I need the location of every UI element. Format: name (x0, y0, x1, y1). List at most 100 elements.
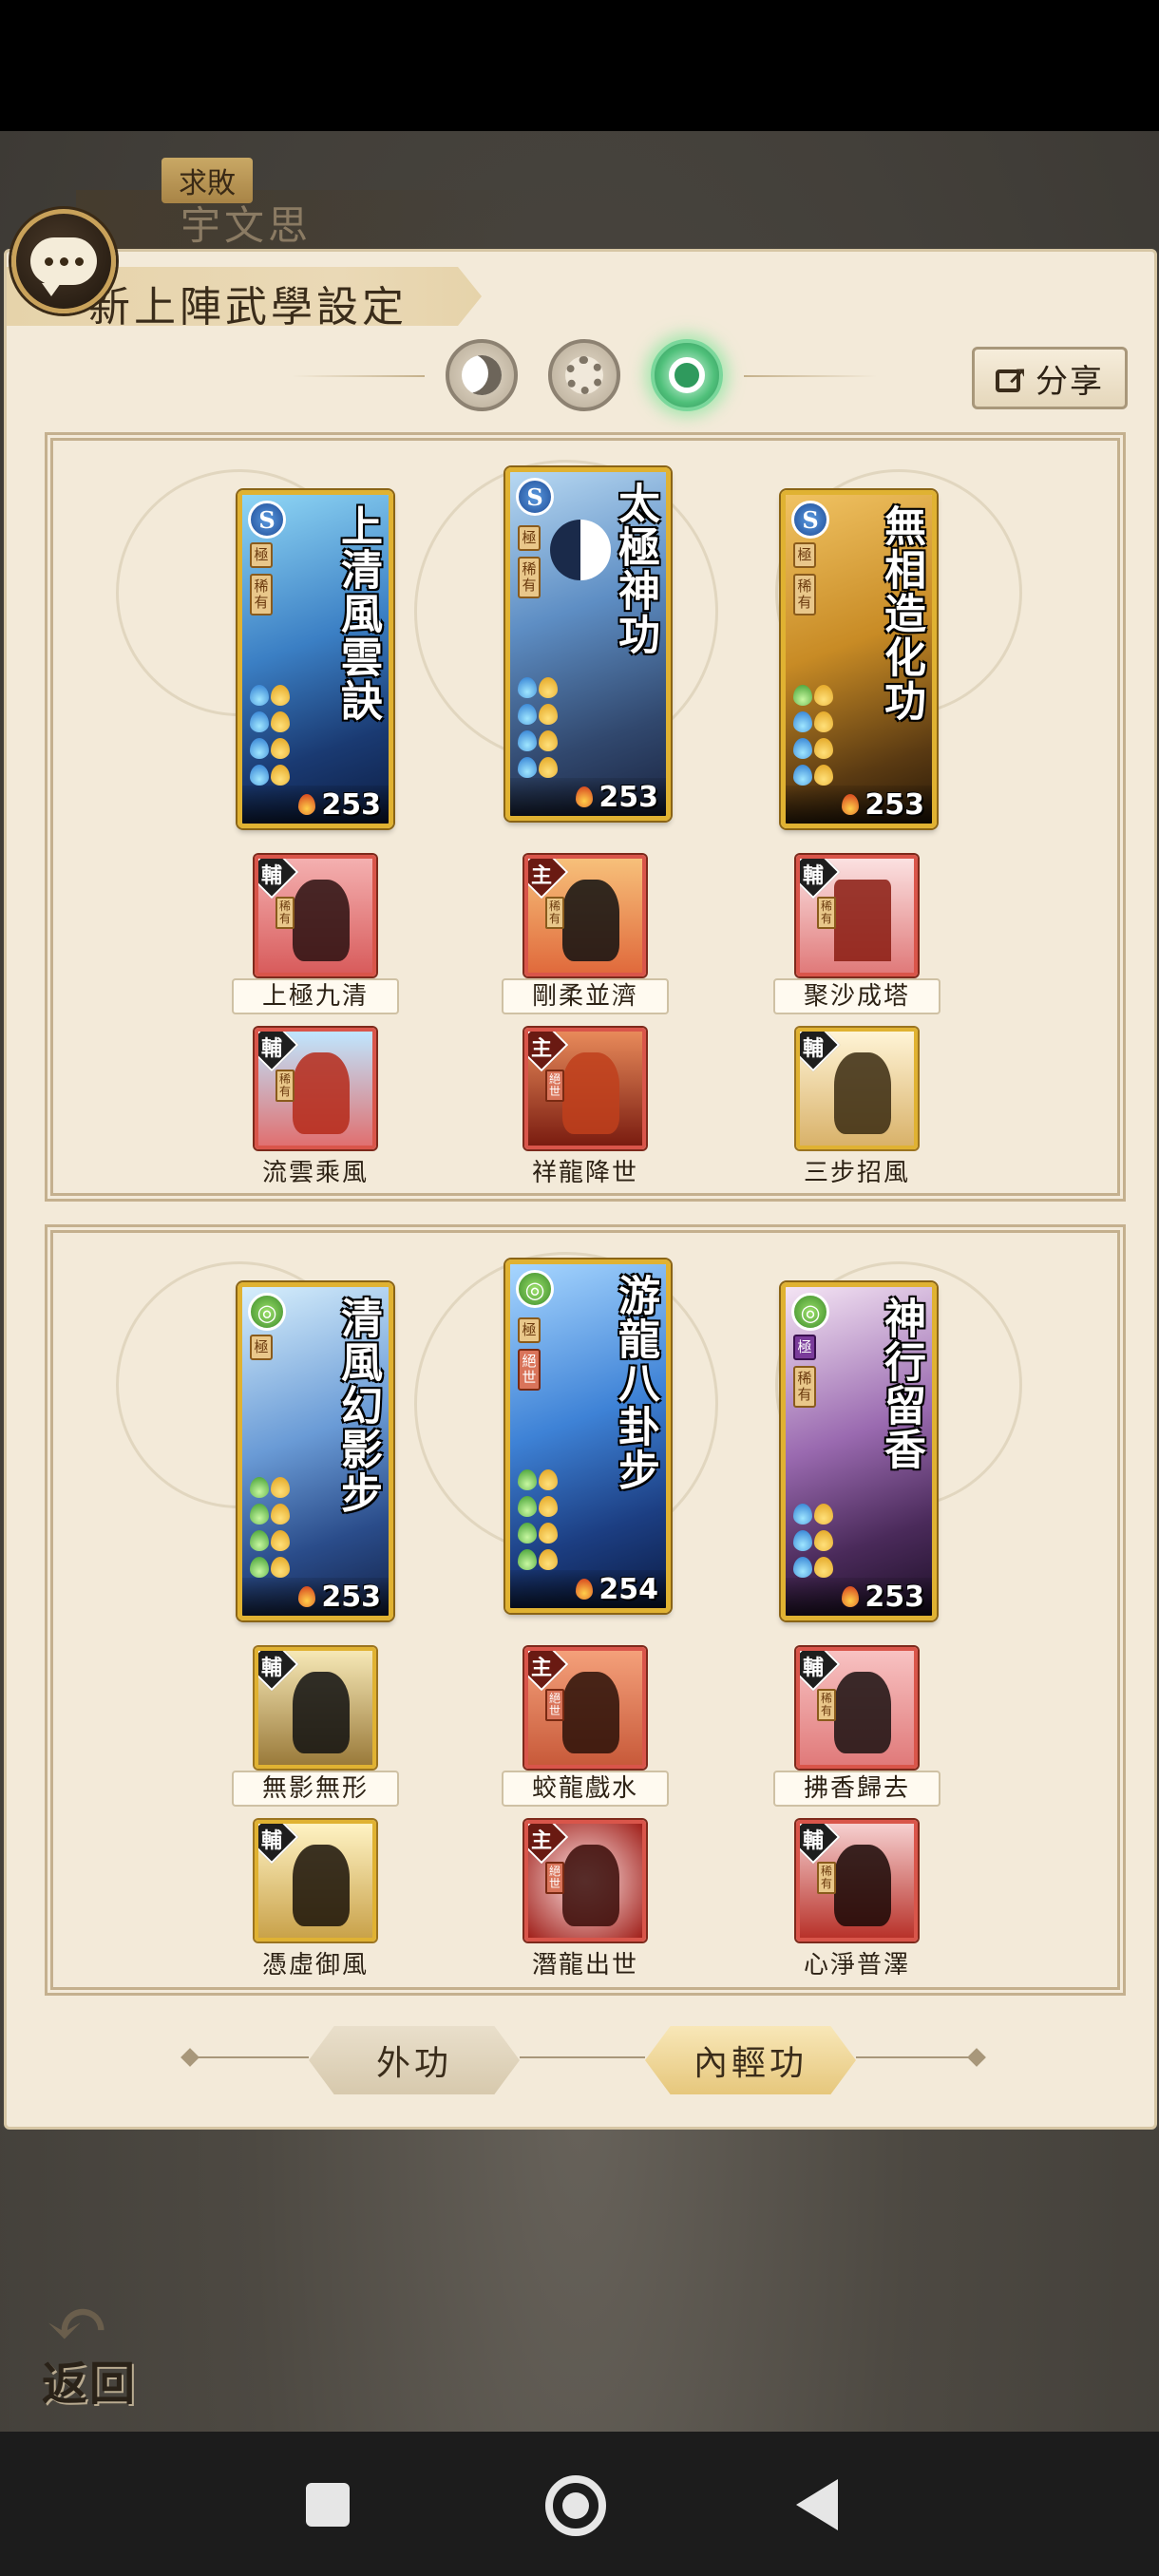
sub-skill-icon: 主 絕世 (524, 1028, 646, 1149)
sub-skill-name: 剛柔並濟 (502, 978, 669, 1014)
page-tab-moon[interactable] (446, 339, 518, 411)
fire-icon (298, 1586, 316, 1607)
power-value: 253 (598, 780, 658, 814)
status-bar (0, 0, 1159, 131)
power-display: 253 (242, 786, 389, 824)
skill-card[interactable]: ◎ 極 稀有 神行留香 253 (781, 1282, 937, 1620)
sub-skill[interactable]: 主 絕世 祥龍降世 (502, 1028, 669, 1188)
sub-skill[interactable]: 輔 無影無形 (232, 1647, 399, 1807)
moon-icon (462, 355, 502, 395)
role-badge: 輔 (803, 1036, 825, 1061)
divider (856, 2056, 970, 2058)
skill-type-badge: ◎ (516, 1270, 554, 1308)
sub-skill-icon: 輔 稀有 (796, 1647, 918, 1769)
martial-arts-panel: 新上陣武學設定 ↗ 分享 S 極 稀有 上清風雲訣 253 S 極 稀有 太極神… (4, 249, 1157, 2130)
home-icon[interactable] (545, 2475, 606, 2536)
role-badge: 主 (531, 1828, 553, 1853)
sub-skill[interactable]: 輔 稀有 流雲乘風 (232, 1028, 399, 1188)
sub-skill[interactable]: 輔 稀有 心淨普澤 (773, 1820, 940, 1980)
sub-skill-icon: 輔 (255, 1820, 376, 1941)
skill-card[interactable]: ◎ 極 清風幻影步 253 (238, 1282, 393, 1620)
sub-skill[interactable]: 輔 三步招風 (773, 1028, 940, 1188)
skill-name: 上清風雲訣 (333, 504, 382, 723)
sub-skill-icon: 輔 稀有 (796, 855, 918, 976)
skill-name: 清風幻影步 (333, 1297, 382, 1515)
sub-skill-icon: 主 稀有 (524, 855, 646, 976)
back-button[interactable]: ↶ 返回 (28, 2280, 152, 2411)
tab-inner-light-skills[interactable]: 內輕功 (645, 2026, 856, 2094)
system-nav-bar (0, 2432, 1159, 2576)
role-badge: 主 (531, 1656, 553, 1680)
back-label: 返回 (42, 2358, 138, 2411)
share-icon: ↗ (996, 362, 1028, 392)
power-display: 253 (786, 786, 932, 824)
rank-tag: 極 (793, 1335, 816, 1360)
sun-icon (565, 356, 603, 394)
sub-skill-name: 三步招風 (803, 1159, 910, 1187)
divider (197, 2056, 309, 2058)
divider-ornament (967, 2048, 986, 2067)
rank-tag: 極 (518, 525, 541, 551)
sub-skill-name: 憑虛御風 (261, 1951, 369, 1979)
role-badge: 輔 (803, 1828, 825, 1853)
sub-skill[interactable]: 輔 憑虛御風 (232, 1820, 399, 1980)
sub-skill-icon: 輔 (796, 1028, 918, 1149)
skill-name: 無相造化功 (877, 504, 925, 723)
power-value: 253 (864, 787, 924, 822)
fire-icon (842, 794, 860, 815)
rarity-tag: 稀有 (793, 1366, 816, 1408)
divider (744, 375, 877, 377)
fire-icon (576, 786, 594, 807)
tab-outer-skills[interactable]: 外功 (309, 2026, 520, 2094)
rank-tag: 極 (793, 542, 816, 568)
power-value: 253 (864, 1580, 924, 1614)
skill-card[interactable]: ◎ 極 絕世 游龍八卦步 254 (505, 1260, 671, 1613)
rarity-tag: 絕世 (545, 1070, 564, 1102)
skill-type-badge: S (791, 501, 829, 539)
power-value: 253 (321, 787, 381, 822)
skill-card[interactable]: S 極 稀有 無相造化功 253 (781, 490, 937, 828)
sub-skill-icon: 輔 (255, 1647, 376, 1769)
sub-skill[interactable]: 輔 稀有 聚沙成塔 (773, 855, 940, 1014)
page-tab-sun[interactable] (548, 339, 620, 411)
rarity-tag: 稀有 (793, 574, 816, 616)
sub-skill-name: 心淨普澤 (803, 1951, 910, 1979)
rarity-tag: 絕世 (545, 1689, 564, 1721)
power-display: 253 (786, 1578, 932, 1616)
share-button[interactable]: ↗ 分享 (972, 347, 1128, 409)
inner-skill-section: ◎ 極 清風幻影步 253 ◎ 極 絕世 游龍八卦步 254 ◎ 極 稀有 神行… (48, 1227, 1123, 1993)
divider (292, 375, 425, 377)
sub-skill-name: 拂香歸去 (773, 1771, 940, 1807)
rank-tag: 極 (250, 1335, 273, 1360)
page-tab-jade[interactable] (651, 339, 723, 411)
role-badge: 主 (531, 1036, 553, 1061)
rarity-tag: 稀有 (817, 1689, 836, 1721)
power-value: 254 (598, 1572, 658, 1606)
skill-type-badge: ◎ (791, 1293, 829, 1331)
fire-icon (842, 1586, 860, 1607)
skill-card[interactable]: S 極 稀有 太極神功 253 (505, 467, 671, 821)
sub-skill-name: 祥龍降世 (531, 1159, 638, 1187)
skill-name: 神行留香 (877, 1297, 925, 1471)
rarity-tag: 絕世 (518, 1349, 541, 1391)
sub-skill-name: 流雲乘風 (261, 1159, 369, 1187)
skill-type-badge: S (248, 501, 286, 539)
sub-skill-icon: 主 絕世 (524, 1820, 646, 1941)
back-triangle-icon[interactable] (796, 2479, 838, 2530)
skill-card[interactable]: S 極 稀有 上清風雲訣 253 (238, 490, 393, 828)
sub-skill[interactable]: 主 稀有 剛柔並濟 (502, 855, 669, 1014)
role-badge: 輔 (261, 1656, 283, 1680)
character-name: 宇文思 (180, 202, 313, 249)
sub-skill[interactable]: 主 絕世 潛龍出世 (502, 1820, 669, 1980)
recent-apps-icon[interactable] (306, 2483, 350, 2527)
rarity-tag: 稀有 (545, 897, 564, 929)
role-badge: 輔 (803, 1656, 825, 1680)
sub-skill-name: 聚沙成塔 (773, 978, 940, 1014)
role-badge: 輔 (261, 1828, 283, 1853)
sub-skill[interactable]: 主 絕世 蛟龍戲水 (502, 1647, 669, 1807)
rarity-tag: 稀有 (518, 557, 541, 598)
chat-button[interactable] (11, 209, 116, 313)
sub-skill[interactable]: 輔 稀有 拂香歸去 (773, 1647, 940, 1807)
sub-skill[interactable]: 輔 稀有 上極九清 (232, 855, 399, 1014)
fire-icon (576, 1579, 594, 1600)
